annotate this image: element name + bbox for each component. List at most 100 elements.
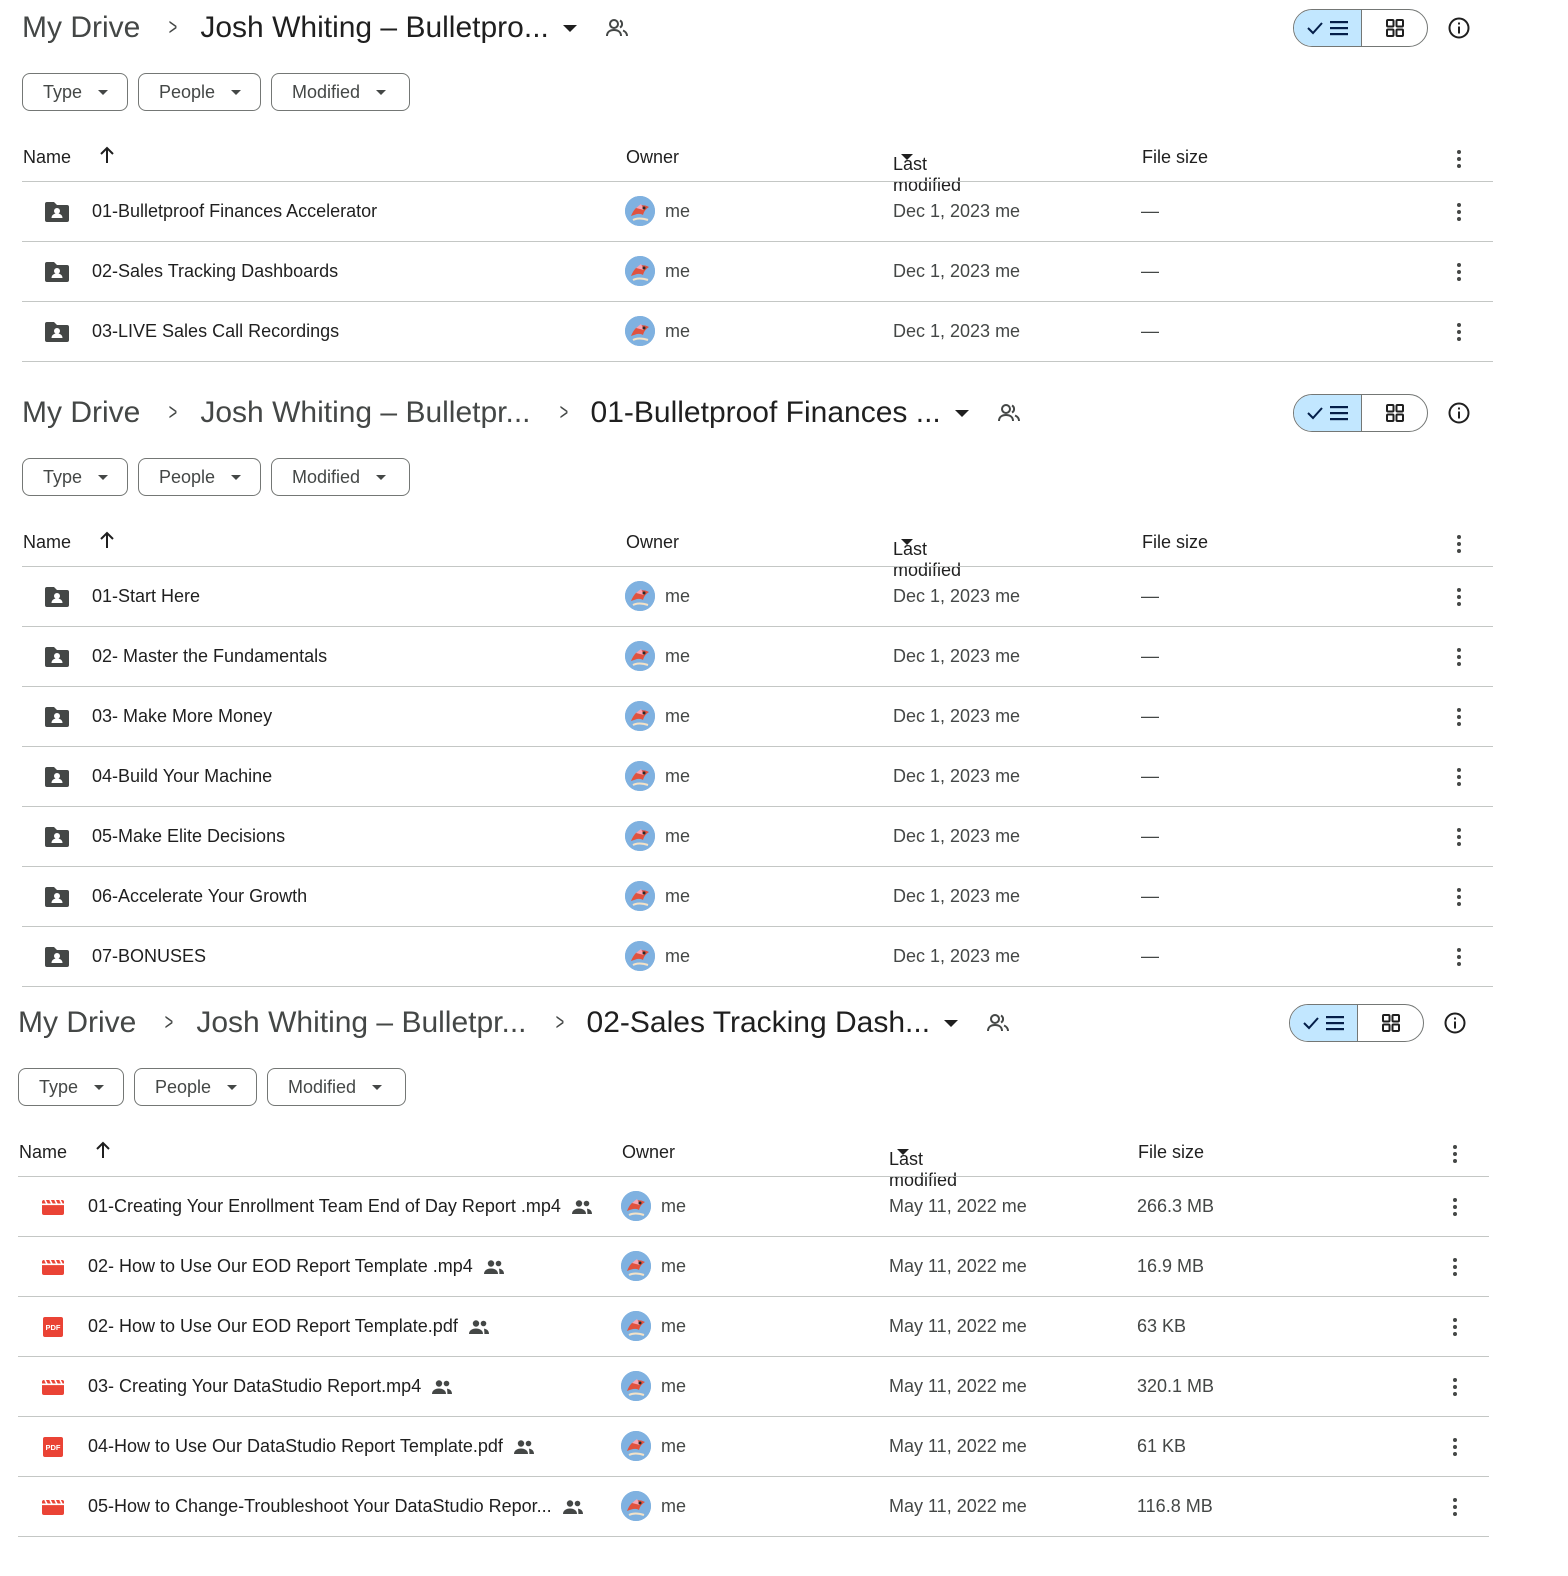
file-name[interactable]: 04-Build Your Machine	[92, 766, 272, 787]
file-name[interactable]: 02- Master the Fundamentals	[92, 646, 327, 667]
grid-view-button[interactable]	[1362, 395, 1427, 431]
file-row[interactable]: 05-Make Elite Decisions me Dec 1, 2023 me —	[22, 807, 1493, 867]
file-name[interactable]: 05-How to Change-Troubleshoot Your DataS…	[88, 1496, 584, 1517]
row-more-actions-icon[interactable]	[1457, 768, 1461, 789]
row-more-actions-icon[interactable]	[1457, 323, 1461, 344]
file-name[interactable]: 06-Accelerate Your Growth	[92, 886, 307, 907]
file-name-text: 02-Sales Tracking Dashboards	[92, 261, 339, 281]
file-row[interactable]: PDF 02- How to Use Our EOD Report Templat…	[18, 1297, 1489, 1357]
file-row[interactable]: 04-Build Your Machine me Dec 1, 2023 me —	[22, 747, 1493, 807]
column-header-row: Name Owner Last modified File size	[0, 525, 1568, 580]
file-row[interactable]: 07-BONUSES me Dec 1, 2023 me —	[22, 927, 1493, 987]
column-options-more-icon[interactable]	[1457, 150, 1461, 171]
folder-menu-dropdown-icon[interactable]	[944, 1019, 959, 1027]
chevron-right-icon: >	[169, 14, 178, 41]
file-row[interactable]: 03- Make More Money me Dec 1, 2023 me —	[22, 687, 1493, 747]
name-column-header[interactable]: Name	[23, 147, 71, 168]
file-name[interactable]: 07-BONUSES	[92, 946, 206, 967]
file-name[interactable]: 01-Bulletproof Finances Accelerator	[92, 201, 377, 222]
row-more-actions-icon[interactable]	[1457, 828, 1461, 849]
type-filter-chip[interactable]: Type	[18, 1068, 124, 1106]
file-row[interactable]: 03- Creating Your DataStudio Report.mp4 m…	[18, 1357, 1489, 1417]
row-more-actions-icon[interactable]	[1457, 648, 1461, 669]
file-row[interactable]: 05-How to Change-Troubleshoot Your DataS…	[18, 1477, 1489, 1537]
list-view-button[interactable]	[1294, 395, 1362, 431]
shared-folder-icon[interactable]	[969, 403, 1021, 423]
file-row[interactable]: 06-Accelerate Your Growth me Dec 1, 2023 m…	[22, 867, 1493, 927]
file-row[interactable]: 01-Bulletproof Finances Accelerator me Dec…	[22, 182, 1493, 242]
file-row[interactable]: 01-Start Here me Dec 1, 2023 me —	[22, 567, 1493, 627]
info-icon[interactable]	[1448, 402, 1470, 424]
file-row[interactable]: 02-Sales Tracking Dashboards me Dec 1, 202…	[22, 242, 1493, 302]
row-more-actions-icon[interactable]	[1453, 1438, 1457, 1459]
row-more-actions-icon[interactable]	[1457, 708, 1461, 729]
type-filter-chip[interactable]: Type	[22, 73, 128, 111]
owner-name: me	[661, 1316, 687, 1336]
row-more-actions-icon[interactable]	[1457, 948, 1461, 969]
breadcrumb-current-folder[interactable]: Josh Whiting – Bulletpro...	[200, 11, 549, 45]
breadcrumb-my-drive[interactable]: My Drive	[22, 396, 140, 430]
file-row[interactable]: 02- Master the Fundamentals me Dec 1, 2023…	[22, 627, 1493, 687]
grid-view-button[interactable]	[1358, 1005, 1423, 1041]
owner-name: me	[665, 826, 691, 846]
breadcrumb-parent-folder[interactable]: Josh Whiting – Bulletpr...	[196, 1006, 526, 1040]
list-view-button[interactable]	[1294, 10, 1362, 46]
file-name[interactable]: 02-Sales Tracking Dashboards	[92, 261, 338, 282]
name-column-header[interactable]: Name	[23, 532, 71, 553]
name-column-header[interactable]: Name	[19, 1142, 67, 1163]
file-size-value: —	[1141, 946, 1159, 966]
breadcrumb-my-drive[interactable]: My Drive	[18, 1006, 136, 1040]
row-more-actions-icon[interactable]	[1457, 203, 1461, 224]
info-icon[interactable]	[1444, 1012, 1466, 1034]
row-more-actions-icon[interactable]	[1457, 588, 1461, 609]
file-name[interactable]: 05-Make Elite Decisions	[92, 826, 285, 847]
people-filter-chip[interactable]: People	[138, 458, 261, 496]
folder-icon	[44, 321, 70, 343]
list-view-button[interactable]	[1290, 1005, 1358, 1041]
modified-filter-chip[interactable]: Modified	[271, 458, 410, 496]
column-options-more-icon[interactable]	[1457, 535, 1461, 556]
file-name[interactable]: 02- How to Use Our EOD Report Template.p…	[88, 1316, 490, 1337]
modified-filter-chip[interactable]: Modified	[267, 1068, 406, 1106]
file-name[interactable]: 03- Make More Money	[92, 706, 272, 727]
grid-view-button[interactable]	[1362, 10, 1427, 46]
file-row[interactable]: 01-Creating Your Enrollment Team End of …	[18, 1177, 1489, 1237]
owner-column-header: Owner	[626, 147, 680, 167]
file-row[interactable]: PDF 04-How to Use Our DataStudio Report T…	[18, 1417, 1489, 1477]
pdf-icon: PDF	[40, 1316, 66, 1338]
file-row[interactable]: 02- How to Use Our EOD Report Template .…	[18, 1237, 1489, 1297]
row-more-actions-icon[interactable]	[1453, 1258, 1457, 1279]
shared-folder-icon[interactable]	[958, 1013, 1010, 1033]
row-more-actions-icon[interactable]	[1457, 263, 1461, 284]
folder-menu-dropdown-icon[interactable]	[562, 24, 577, 32]
breadcrumb-current-folder[interactable]: 01-Bulletproof Finances ...	[591, 396, 941, 430]
breadcrumb-current-folder[interactable]: 02-Sales Tracking Dash...	[587, 1006, 931, 1040]
folder-menu-dropdown-icon[interactable]	[954, 409, 969, 417]
info-icon[interactable]	[1448, 17, 1470, 39]
caret-down-icon	[231, 474, 242, 480]
breadcrumb-my-drive[interactable]: My Drive	[22, 11, 140, 45]
row-more-actions-icon[interactable]	[1453, 1498, 1457, 1519]
row-more-actions-icon[interactable]	[1453, 1318, 1457, 1339]
people-filter-chip[interactable]: People	[138, 73, 261, 111]
row-more-actions-icon[interactable]	[1457, 888, 1461, 909]
file-row[interactable]: 03-LIVE Sales Call Recordings me Dec 1, 20…	[22, 302, 1493, 362]
modified-filter-chip[interactable]: Modified	[271, 73, 410, 111]
file-name[interactable]: 01-Start Here	[92, 586, 200, 607]
last-modified-value: Dec 1, 2023 me	[893, 586, 1021, 606]
file-name[interactable]: 03-LIVE Sales Call Recordings	[92, 321, 339, 342]
shared-folder-icon[interactable]	[577, 18, 629, 38]
file-name[interactable]: 04-How to Use Our DataStudio Report Temp…	[88, 1436, 535, 1457]
caret-down-icon	[98, 474, 109, 480]
file-name[interactable]: 01-Creating Your Enrollment Team End of …	[88, 1196, 593, 1217]
row-more-actions-icon[interactable]	[1453, 1198, 1457, 1219]
svg-text:PDF: PDF	[46, 1323, 61, 1332]
file-name[interactable]: 03- Creating Your DataStudio Report.mp4	[88, 1376, 453, 1397]
file-size-value: 61 KB	[1137, 1436, 1187, 1456]
row-more-actions-icon[interactable]	[1453, 1378, 1457, 1399]
column-options-more-icon[interactable]	[1453, 1145, 1457, 1166]
type-filter-chip[interactable]: Type	[22, 458, 128, 496]
breadcrumb-parent-folder[interactable]: Josh Whiting – Bulletpr...	[200, 396, 530, 430]
file-name[interactable]: 02- How to Use Our EOD Report Template .…	[88, 1256, 505, 1277]
people-filter-chip[interactable]: People	[134, 1068, 257, 1106]
